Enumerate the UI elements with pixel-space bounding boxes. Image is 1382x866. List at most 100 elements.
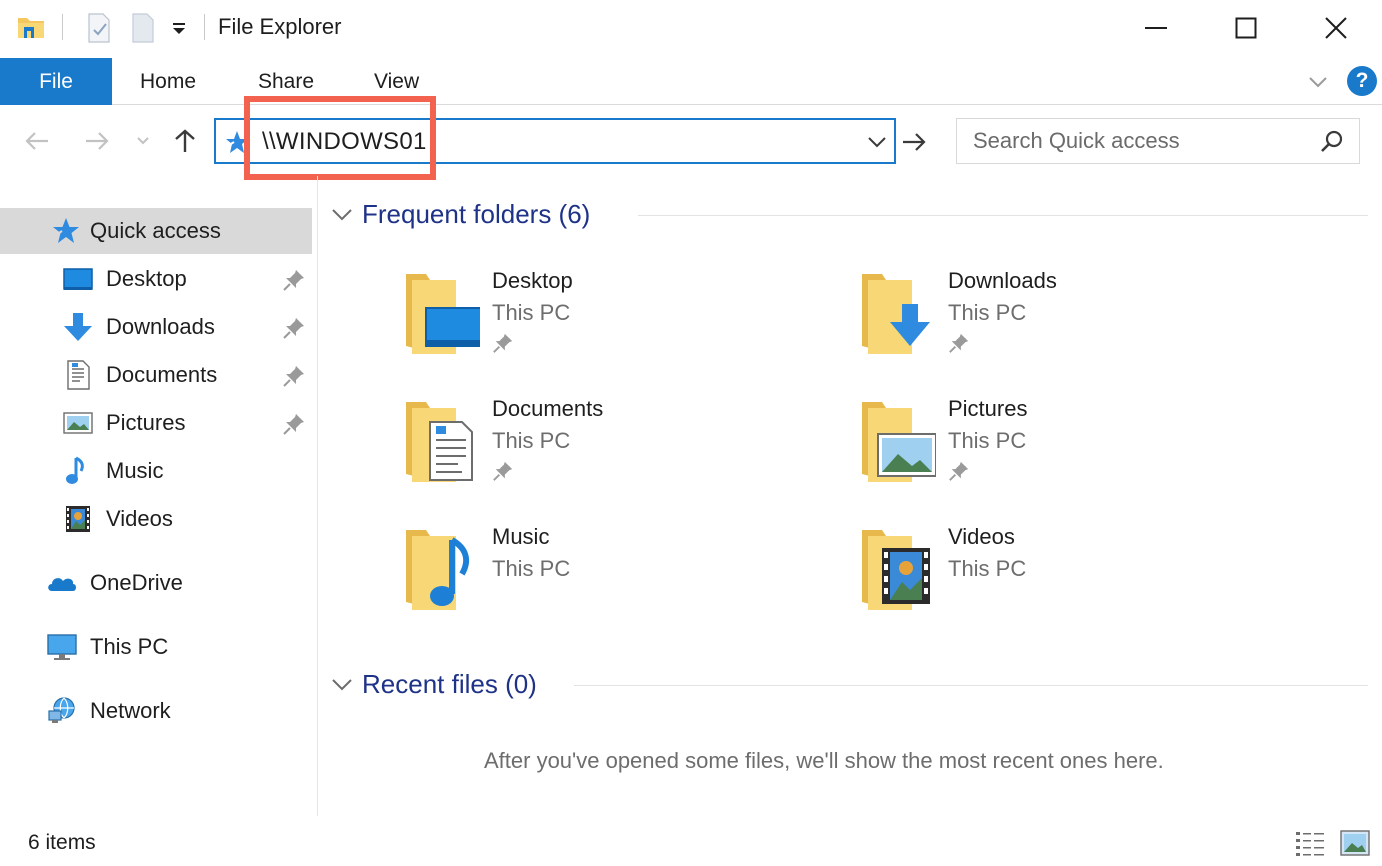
frequent-folders-header[interactable]: Frequent folders (6) — [330, 194, 590, 234]
customize-toolbar-dropdown-icon[interactable] — [170, 18, 188, 38]
new-folder-icon[interactable] — [130, 12, 156, 44]
pin-icon[interactable] — [282, 268, 306, 292]
pin-icon — [949, 461, 969, 481]
network-globe-icon — [48, 697, 75, 723]
properties-icon[interactable] — [86, 12, 112, 44]
folder-tile-pictures[interactable]: Pictures This PC — [858, 396, 1278, 506]
nav-item-label: This PC — [90, 634, 169, 659]
tab-file[interactable]: File — [0, 58, 112, 105]
folder-downloads-icon — [862, 274, 930, 354]
folder-location: This PC — [492, 428, 571, 453]
large-icons-view-icon[interactable] — [1340, 828, 1370, 858]
nav-item-onedrive[interactable]: OneDrive — [0, 560, 312, 606]
folder-tile-music[interactable]: Music This PC — [402, 524, 822, 634]
close-button[interactable] — [1290, 0, 1382, 56]
pin-icon[interactable] — [282, 316, 306, 340]
pin-icon[interactable] — [282, 364, 306, 388]
search-box[interactable] — [956, 118, 1360, 164]
monitor-icon — [47, 634, 77, 660]
details-view-icon[interactable] — [1294, 828, 1326, 858]
folder-tile-downloads[interactable]: Downloads This PC — [858, 268, 1278, 378]
nav-item-network[interactable]: Network — [0, 688, 312, 734]
forward-arrow-icon — [86, 132, 109, 150]
nav-item-label: Downloads — [106, 314, 215, 339]
folder-location: This PC — [948, 428, 1027, 453]
address-bar[interactable]: \\WINDOWS01 — [214, 118, 896, 164]
tab-view[interactable]: View — [374, 70, 419, 94]
folder-location: This PC — [492, 556, 571, 581]
group-title: Frequent folders (6) — [362, 198, 591, 229]
nav-item-label: Music — [106, 458, 164, 483]
folder-tile-videos[interactable]: Videos This PC — [858, 524, 1278, 634]
navigation-pane: Quick access Desktop Downloads Documents… — [0, 176, 318, 816]
folder-tile-desktop[interactable]: Desktop This PC — [402, 268, 822, 378]
nav-item-music[interactable]: Music — [0, 448, 312, 494]
nav-item-label: Documents — [106, 362, 218, 387]
cloud-icon — [48, 578, 76, 591]
download-arrow-icon — [64, 313, 92, 341]
forward-button[interactable] — [82, 126, 112, 156]
tab-share[interactable]: Share — [258, 70, 314, 94]
status-bar: 6 items — [0, 818, 1382, 866]
pin-icon[interactable] — [282, 412, 306, 436]
pin-icon — [493, 461, 513, 481]
group-divider — [638, 215, 1368, 216]
maximize-button[interactable] — [1200, 0, 1292, 56]
go-arrow-icon[interactable] — [900, 128, 928, 156]
nav-item-label: Desktop — [106, 266, 187, 291]
close-icon — [1325, 17, 1347, 39]
back-button[interactable] — [22, 126, 52, 156]
recent-files-header[interactable]: Recent files (0) — [330, 664, 537, 704]
folder-documents-icon — [406, 402, 473, 482]
folder-name: Downloads — [948, 268, 1057, 293]
address-path-text[interactable]: \\WINDOWS01 — [262, 128, 427, 156]
star-icon — [52, 218, 79, 243]
nav-item-label: OneDrive — [90, 570, 183, 595]
folder-location: This PC — [492, 300, 571, 325]
nav-item-this-pc[interactable]: This PC — [0, 624, 312, 670]
minimize-icon — [1145, 27, 1167, 29]
item-count: 6 items — [28, 831, 96, 854]
nav-item-label: Network — [90, 698, 171, 723]
maximize-icon — [1235, 17, 1257, 39]
nav-item-label: Pictures — [106, 410, 186, 435]
nav-item-pictures[interactable]: Pictures — [0, 400, 312, 446]
nav-item-label: Quick access — [90, 218, 221, 243]
folder-name: Pictures — [948, 396, 1028, 421]
pin-icon — [493, 333, 513, 353]
minimize-button[interactable] — [1110, 0, 1202, 56]
nav-item-documents[interactable]: Documents — [0, 352, 312, 398]
picture-icon — [63, 412, 93, 434]
folder-name: Documents — [492, 396, 604, 421]
desktop-icon — [63, 268, 93, 290]
recent-files-empty-message: After you've opened some files, we'll sh… — [484, 748, 1164, 773]
folder-name: Music — [492, 524, 550, 549]
group-title: Recent files (0) — [362, 668, 537, 699]
nav-item-videos[interactable]: Videos — [0, 496, 312, 542]
folder-tile-documents[interactable]: Documents This PC — [402, 396, 822, 506]
window-title: File Explorer — [218, 14, 342, 39]
search-input[interactable] — [973, 127, 1313, 155]
back-arrow-icon — [25, 132, 48, 150]
music-note-icon — [66, 456, 84, 484]
search-icon[interactable] — [1319, 129, 1345, 155]
film-strip-icon — [66, 506, 90, 532]
nav-item-downloads[interactable]: Downloads — [0, 304, 312, 350]
group-divider — [574, 685, 1368, 686]
navigation-row: \\WINDOWS01 — [0, 106, 1382, 174]
nav-item-quick-access[interactable]: Quick access — [0, 208, 312, 254]
toolbar-separator — [204, 14, 205, 40]
tab-home[interactable]: Home — [140, 70, 196, 94]
up-button[interactable] — [170, 126, 200, 156]
expand-ribbon-chevron-icon[interactable] — [1306, 70, 1330, 94]
toolbar-separator — [62, 14, 63, 40]
folder-location: This PC — [948, 300, 1027, 325]
folder-quick-access-icon[interactable] — [16, 12, 46, 42]
folder-videos-icon — [862, 530, 930, 610]
nav-item-desktop[interactable]: Desktop — [0, 256, 312, 302]
address-history-chevron-icon[interactable] — [866, 132, 888, 152]
chevron-down-icon — [332, 209, 352, 221]
folder-name: Videos — [948, 524, 1015, 549]
recent-locations-button[interactable] — [132, 126, 154, 156]
help-button[interactable]: ? — [1347, 66, 1377, 96]
